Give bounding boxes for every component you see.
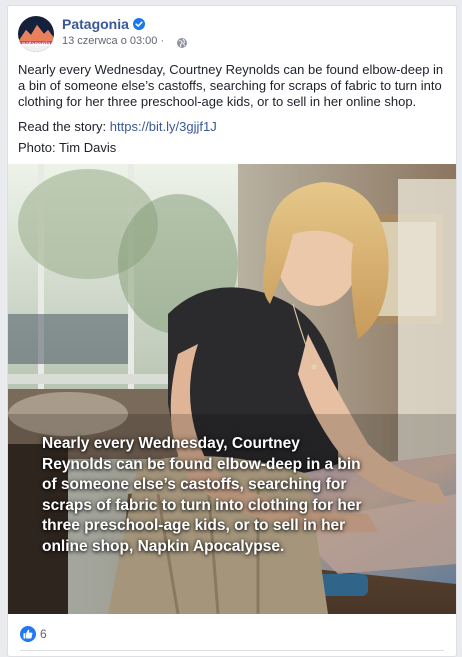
story-link[interactable]: https://bit.ly/3gjjf1J [110,119,217,134]
story-line: Read the story: https://bit.ly/3gjjf1J [18,119,217,134]
reaction-count: 6 [40,627,47,641]
action-divider [20,650,444,651]
verified-badge-icon [133,18,145,30]
post-image[interactable]: Nearly every Wednesday, Courtney Reynold… [8,164,456,614]
image-overlay-text: Nearly every Wednesday, Courtney Reynold… [42,435,362,555]
page-avatar[interactable]: patagonia [18,16,54,52]
meta-separator: · [160,35,165,47]
post-message: Nearly every Wednesday, Courtney Reynold… [18,62,450,110]
post-header: patagonia Patagonia 13 czerwca o 03:00 · [18,16,448,56]
globe-icon[interactable] [177,38,187,48]
page-name-link[interactable]: Patagonia [62,16,129,32]
like-icon [20,626,36,642]
photo-credit: Photo: Tim Davis [18,140,117,155]
post-body: Nearly every Wednesday, Courtney Reynold… [18,62,444,109]
avatar-logo-text: patagonia [22,42,51,48]
post-card: patagonia Patagonia 13 czerwca o 03:00 ·… [7,5,457,657]
post-meta: 13 czerwca o 03:00 · [62,35,164,47]
post-timestamp[interactable]: 13 czerwca o 03:00 [62,35,157,47]
story-prefix: Read the story: [18,119,110,134]
